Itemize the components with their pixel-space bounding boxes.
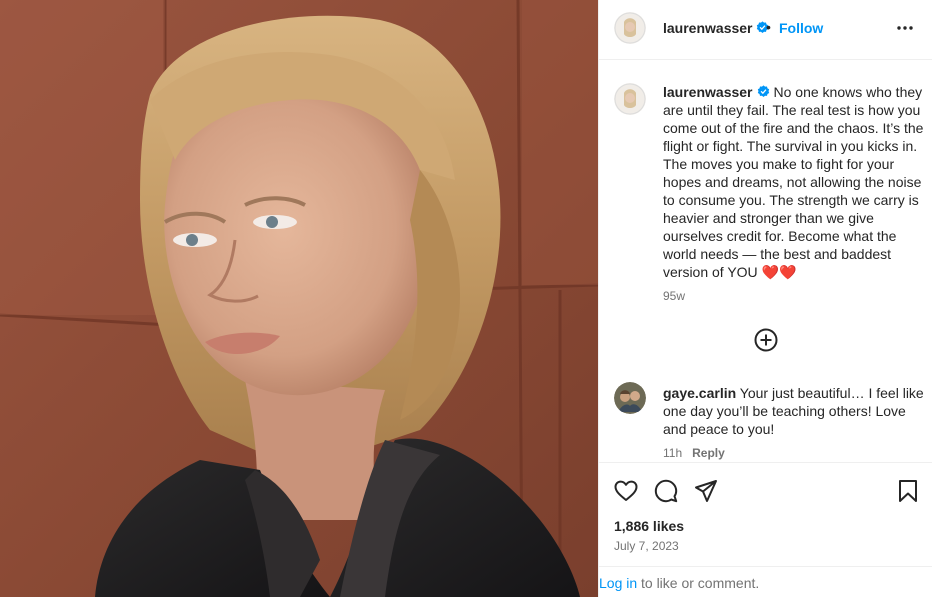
caption-avatar[interactable]	[614, 83, 646, 115]
separator-dot: •	[766, 19, 771, 35]
commenter-avatar[interactable]	[614, 382, 646, 414]
heart-icon[interactable]	[613, 478, 639, 504]
verified-badge-icon	[757, 85, 770, 98]
login-prompt: Log in to like or comment.	[599, 566, 932, 597]
more-options-icon[interactable]	[895, 18, 915, 38]
post-sidebar: laurenwasser • Follow laurenwasser No one…	[598, 0, 932, 597]
follow-button[interactable]: Follow	[779, 20, 823, 36]
avatar-image	[614, 12, 646, 44]
login-link[interactable]: Log in	[599, 575, 637, 591]
avatar[interactable]	[614, 12, 646, 44]
avatar-image	[614, 382, 646, 414]
login-prompt-text: to like or comment.	[641, 575, 760, 591]
post-caption: laurenwasser No one knows who they are un…	[663, 83, 925, 281]
avatar-image	[614, 83, 646, 115]
comment-meta: 11h Reply	[663, 446, 725, 460]
load-more-comments-icon[interactable]	[753, 327, 779, 353]
post-date[interactable]: July 7, 2023	[614, 539, 679, 553]
comment-icon[interactable]	[653, 478, 679, 504]
post-photo	[0, 0, 598, 597]
post-modal: laurenwasser • Follow laurenwasser No one…	[0, 0, 932, 597]
caption-username[interactable]: laurenwasser	[663, 84, 753, 100]
bookmark-icon[interactable]	[895, 478, 921, 504]
likes-count[interactable]: 1,886 likes	[614, 518, 684, 534]
caption-timestamp[interactable]: 95w	[663, 289, 685, 303]
comment: gaye.carlin Your just beautiful… I feel …	[663, 384, 925, 438]
username-text[interactable]: laurenwasser	[663, 20, 753, 36]
portrait-image	[0, 0, 598, 597]
caption-text: No one knows who they are until they fai…	[663, 84, 924, 280]
post-header: laurenwasser • Follow	[599, 0, 932, 60]
action-bar	[599, 462, 932, 517]
comment-username[interactable]: gaye.carlin	[663, 385, 736, 401]
share-icon[interactable]	[693, 478, 719, 504]
comment-timestamp[interactable]: 11h	[663, 446, 682, 460]
reply-button[interactable]: Reply	[692, 446, 725, 460]
header-username[interactable]: laurenwasser	[663, 20, 769, 36]
